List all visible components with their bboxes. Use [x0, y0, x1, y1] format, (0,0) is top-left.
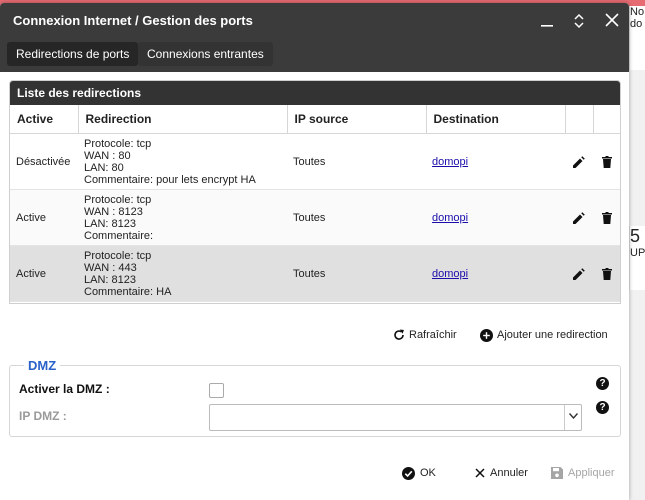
column-header-ip-source[interactable]: IP source: [287, 105, 427, 134]
help-icon[interactable]: ?: [596, 401, 609, 414]
delete-button[interactable]: [593, 245, 620, 302]
column-header-redirection[interactable]: Redirection: [78, 105, 288, 134]
column-header-delete: [593, 105, 620, 134]
dialog-title: Connexion Internet / Gestion des ports: [13, 13, 253, 28]
background-text: do: [630, 18, 643, 30]
maximize-button[interactable]: [569, 11, 589, 31]
dmz-ip-label: IP DMZ :: [19, 409, 67, 423]
table-row-selected[interactable]: Active Protocole: tcp WAN : 443 LAN: 812…: [10, 245, 620, 302]
redirection-comment: Commentaire:: [84, 229, 154, 242]
ok-button[interactable]: OK: [402, 464, 436, 482]
help-icon[interactable]: ?: [596, 377, 609, 390]
column-header-active[interactable]: Active: [10, 105, 79, 134]
cancel-button[interactable]: Annuler: [475, 464, 528, 482]
dmz-enable-checkbox[interactable]: [209, 383, 224, 398]
pencil-icon: [573, 267, 585, 280]
pencil-icon: [573, 155, 585, 168]
row-active-status: Active: [10, 245, 78, 302]
row-destination: domopi: [426, 133, 565, 190]
destination-link[interactable]: domopi: [432, 268, 468, 280]
redirections-panel: Liste des redirections Active Redirectio…: [9, 80, 621, 304]
port-management-dialog: Connexion Internet / Gestion des ports R…: [0, 3, 629, 500]
column-header-edit: [565, 105, 594, 134]
apply-label: Appliquer: [568, 467, 615, 479]
close-icon: [605, 13, 619, 27]
row-redirection: Protocole: tcp WAN : 443 LAN: 8123 Comme…: [78, 245, 287, 302]
refresh-label: Rafraîchir: [409, 329, 457, 341]
expand-icon: [574, 13, 584, 29]
minimize-button[interactable]: [537, 11, 557, 31]
add-redirection-label: Ajouter une redirection: [497, 329, 608, 341]
background-text: 5: [630, 226, 641, 246]
row-ip-source: Toutes: [287, 189, 426, 246]
close-icon: [475, 468, 485, 478]
row-active-status: Active: [10, 189, 78, 246]
row-destination: domopi: [426, 245, 565, 302]
chevron-down-icon: [568, 413, 578, 419]
tab-incoming-connections[interactable]: Connexions entrantes: [138, 42, 273, 66]
delete-button[interactable]: [593, 189, 620, 246]
dmz-legend: DMZ: [24, 358, 61, 373]
redirections-panel-title: Liste des redirections: [10, 81, 620, 105]
trash-icon: [601, 267, 612, 280]
redirection-lan: LAN: 80: [84, 161, 124, 174]
row-active-status: Désactivée: [10, 133, 78, 190]
add-redirection-button[interactable]: Ajouter une redirection: [480, 325, 608, 345]
table-row[interactable]: Active Protocole: tcp WAN : 8123 LAN: 81…: [10, 189, 620, 246]
redirections-table: Active Redirection IP source Destination…: [10, 105, 620, 302]
edit-button[interactable]: [565, 133, 593, 190]
background-card: No do: [629, 6, 645, 70]
refresh-icon: [394, 329, 404, 340]
destination-link[interactable]: domopi: [432, 212, 468, 224]
ok-label: OK: [420, 467, 436, 479]
redirection-wan: WAN : 8123: [84, 205, 143, 218]
redirection-lan: LAN: 8123: [84, 217, 136, 230]
redirection-comment: Commentaire: HA: [84, 285, 172, 298]
row-redirection: Protocole: tcp WAN : 80 LAN: 80 Commenta…: [78, 133, 287, 190]
check-circle-icon: [402, 466, 415, 480]
row-ip-source: Toutes: [287, 245, 426, 302]
pencil-icon: [573, 211, 585, 224]
redirection-protocol: Protocole: tcp: [84, 137, 152, 150]
redirection-wan: WAN : 443: [84, 261, 137, 274]
background-text: No: [630, 6, 645, 18]
background-card: 5 UP: [629, 226, 645, 290]
table-header-row: Active Redirection IP source Destination: [10, 105, 620, 134]
background-text: UP: [630, 247, 645, 259]
dialog-titlebar: Connexion Internet / Gestion des ports R…: [0, 3, 629, 72]
edit-button[interactable]: [565, 189, 593, 246]
trash-icon: [601, 211, 612, 224]
redirection-comment: Commentaire: pour lets encrypt HA: [84, 173, 256, 186]
redirection-protocol: Protocole: tcp: [84, 249, 152, 262]
save-icon: [551, 467, 563, 480]
redirection-wan: WAN : 80: [84, 149, 131, 162]
close-button[interactable]: [602, 11, 622, 31]
tab-port-redirections[interactable]: Redirections de ports: [7, 42, 139, 66]
dmz-ip-select[interactable]: [209, 404, 582, 431]
refresh-button[interactable]: Rafraîchir: [393, 325, 457, 345]
minimize-icon: [541, 25, 553, 27]
add-circle-icon: [480, 328, 493, 342]
trash-icon: [601, 155, 612, 168]
apply-button[interactable]: Appliquer: [551, 464, 614, 482]
cancel-label: Annuler: [490, 467, 528, 479]
row-ip-source: Toutes: [287, 133, 426, 190]
redirection-lan: LAN: 8123: [84, 273, 136, 286]
table-row[interactable]: Désactivée Protocole: tcp WAN : 80 LAN: …: [10, 133, 620, 190]
row-destination: domopi: [426, 189, 565, 246]
dropdown-arrow[interactable]: [564, 405, 581, 430]
dmz-enable-label: Activer la DMZ :: [19, 382, 110, 396]
destination-link[interactable]: domopi: [432, 156, 468, 168]
row-redirection: Protocole: tcp WAN : 8123 LAN: 8123 Comm…: [78, 189, 287, 246]
redirection-protocol: Protocole: tcp: [84, 193, 152, 206]
edit-button[interactable]: [565, 245, 593, 302]
delete-button[interactable]: [593, 133, 620, 190]
column-header-destination[interactable]: Destination: [426, 105, 566, 134]
